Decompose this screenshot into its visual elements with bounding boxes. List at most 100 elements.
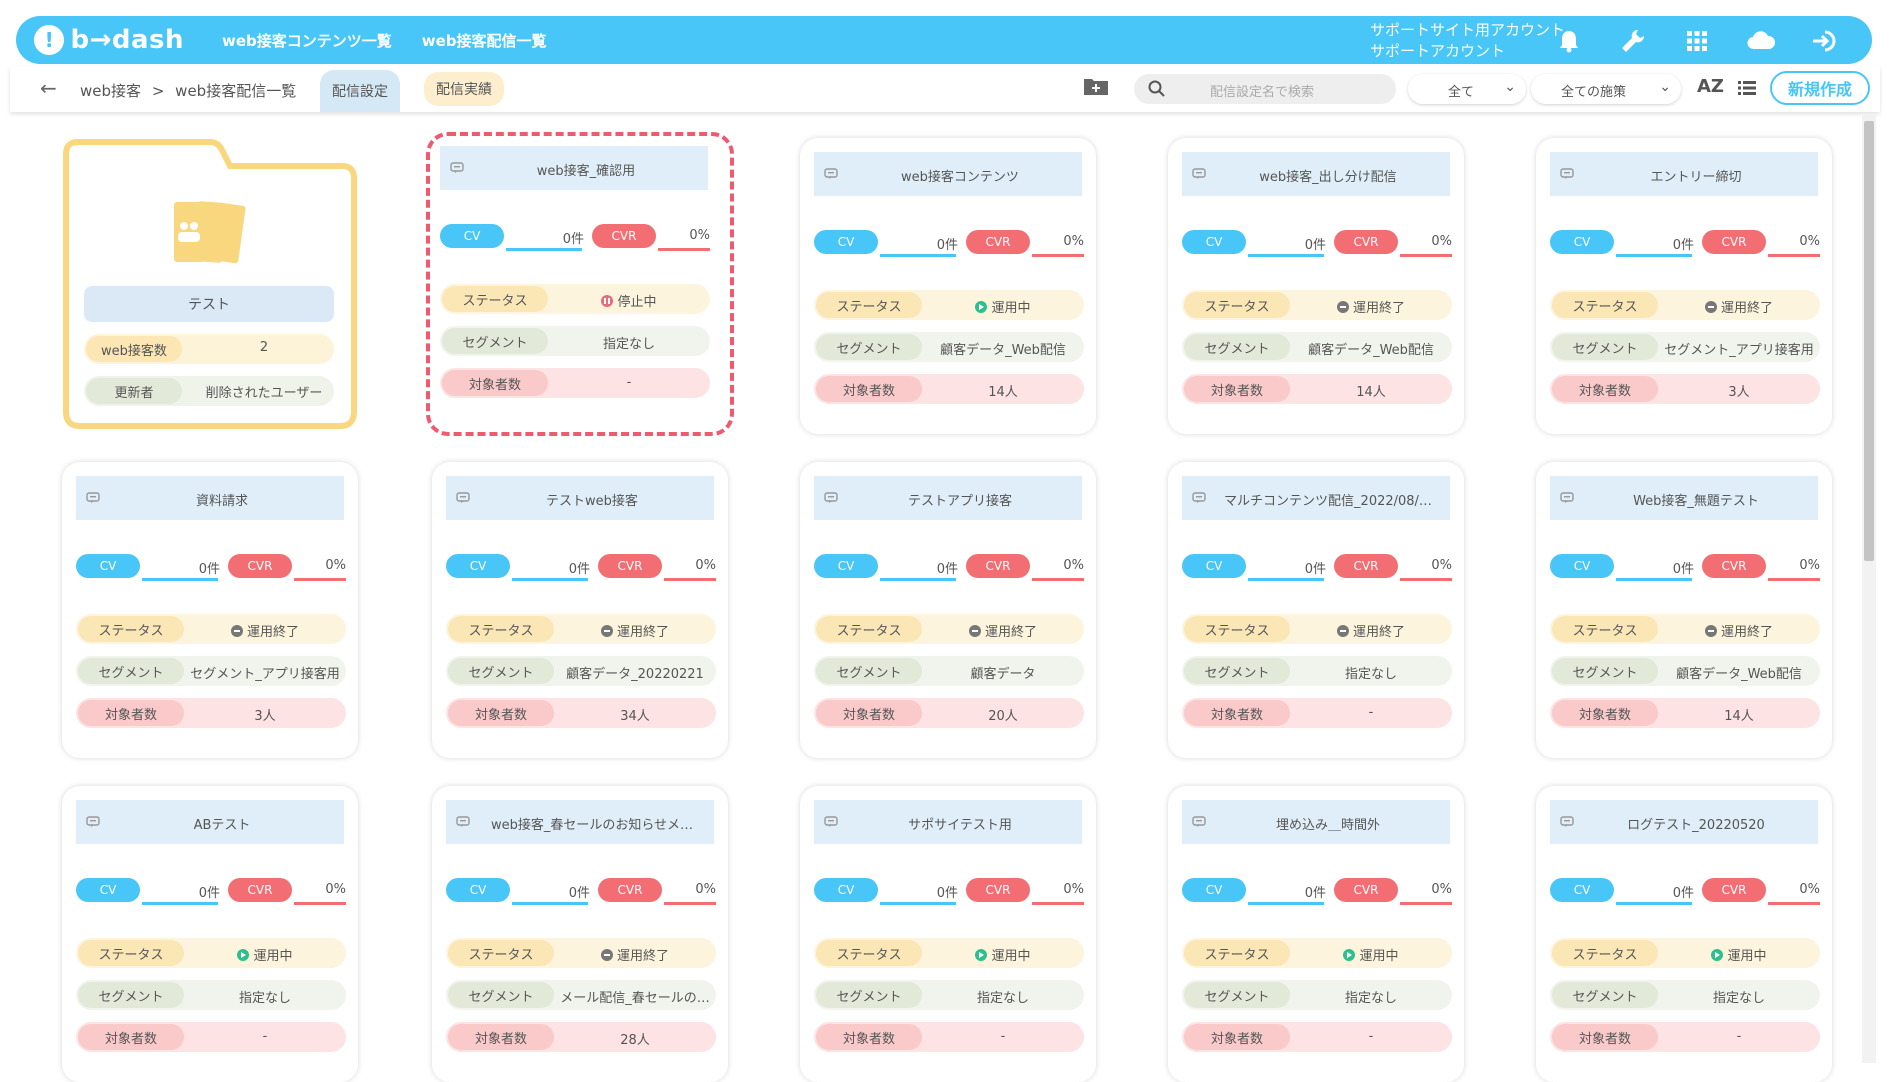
delivery-card[interactable]: web接客_出し分け配信 CV 0件 CVR 0% ステータス 運用終了 セグメ… [1168,138,1464,434]
grid-icon[interactable] [1680,24,1714,58]
status-filter-select[interactable]: 全て ⌄ [1408,74,1526,104]
cloud-icon[interactable] [1744,24,1778,58]
segment-row: セグメント 顧客データ_20220221 [446,656,716,686]
search-box[interactable]: 配信設定名で検索 [1134,74,1396,104]
card-header: 資料請求 [76,476,344,520]
target-row: 対象者数 34人 [446,698,716,728]
list-view-icon[interactable] [1738,80,1756,100]
segment-row: セグメント 指定なし [440,326,710,356]
content-type-icon [1560,816,1574,828]
status-value: 運用中 [926,297,1080,316]
target-label: 対象者数 [1184,1024,1290,1050]
bell-icon[interactable] [1552,24,1586,58]
status-ended-icon [600,625,613,637]
delivery-card[interactable]: テストweb接客 CV 0件 CVR 0% ステータス 運用終了 セグメント 顧… [432,462,728,758]
segment-value: 指定なし [238,991,291,1006]
tab-delivery-results[interactable]: 配信実績 [424,72,504,106]
status-value: 停止中 [552,291,706,310]
target-value: - [262,1029,268,1044]
delivery-card[interactable]: 埋め込み＿時間外 CV 0件 CVR 0% ステータス 運用中 セグメント 指定… [1168,786,1464,1082]
status-row: ステータス 運用終了 [1182,290,1452,320]
delivery-card[interactable]: 資料請求 CV 0件 CVR 0% ステータス 運用終了 セグメント セグメント… [62,462,358,758]
status-running-icon [1711,949,1724,961]
card-title: 資料請求 [195,494,248,509]
delivery-card[interactable]: ログテスト_20220520 CV 0件 CVR 0% ステータス 運用中 セグ… [1536,786,1832,1082]
metric-row: CV 0件 CVR 0% [1182,230,1452,257]
cv-underline [142,902,218,905]
segment-row: セグメント 顧客データ_Web配信 [814,332,1084,362]
target-value: 14人 [988,385,1018,400]
segment-label: セグメント [1184,982,1290,1008]
cv-value: 0件 [1672,562,1694,577]
target-value: 3人 [254,709,276,724]
status-row: ステータス 運用終了 [446,938,716,968]
cvr-badge: CVR [966,878,1030,902]
status-text: 運用終了 [616,949,669,964]
cvr-underline [1400,254,1452,257]
sort-az-icon[interactable]: AZ [1697,76,1724,97]
delivery-card[interactable]: マルチコンテンツ配信_2022/08/… CV 0件 CVR 0% ステータス … [1168,462,1464,758]
status-value: 運用中 [188,945,342,964]
scrollbar-thumb[interactable] [1864,121,1874,561]
nav-web-delivery[interactable]: web接客配信一覧 [422,30,547,51]
delivery-card[interactable]: エントリー締切 CV 0件 CVR 0% ステータス 運用終了 セグメント セグ… [1536,138,1832,434]
cvr-value: 0% [1063,234,1084,249]
target-row: 対象者数 3人 [1550,374,1820,404]
segment-label: セグメント [78,658,184,684]
logo[interactable]: ! b→dash [34,25,184,55]
delivery-card[interactable]: テストアプリ接客 CV 0件 CVR 0% ステータス 運用終了 セグメント 顧… [800,462,1096,758]
target-row: 対象者数 - [1182,698,1452,728]
cv-badge: CV [1182,230,1246,254]
card-title: テストweb接客 [546,494,638,509]
delivery-card[interactable]: web接客コンテンツ CV 0件 CVR 0% ステータス 運用中 セグメント … [800,138,1096,434]
card-header: サポサイテスト用 [814,800,1082,844]
logout-icon[interactable] [1808,24,1842,58]
delivery-card[interactable]: Web接客_無題テスト CV 0件 CVR 0% ステータス 運用終了 セグメン… [1536,462,1832,758]
card-header: web接客_確認用 [440,146,708,190]
cvr-value: 0% [1431,234,1452,249]
add-folder-icon[interactable] [1083,76,1111,98]
delivery-card[interactable]: web接客_春セールのお知らせメ… CV 0件 CVR 0% ステータス 運用終… [432,786,728,1082]
status-label: ステータス [1184,292,1290,318]
delivery-card[interactable]: サポサイテスト用 CV 0件 CVR 0% ステータス 運用中 セグメント 指定… [800,786,1096,1082]
status-ended-icon [1336,625,1349,637]
top-bar: ! b→dash web接客コンテンツ一覧 web接客配信一覧 サポートサイト用… [16,16,1872,64]
create-new-button[interactable]: 新規作成 [1770,71,1870,105]
scrollbar[interactable] [1862,115,1876,1063]
back-arrow-icon[interactable]: ← [40,76,57,100]
search-input[interactable]: 配信設定名で検索 [1210,81,1314,100]
metric-row: CV 0件 CVR 0% [1182,878,1452,905]
account-info[interactable]: サポートサイト用アカウント サポートアカウント [1370,20,1565,62]
campaign-filter-select[interactable]: 全ての施策 ⌄ [1531,74,1681,104]
delivery-card[interactable]: web接客_確認用 CV 0件 CVR 0% ステータス 停止中 セグメント 指… [426,132,734,436]
cv-value: 0件 [198,562,220,577]
wrench-icon[interactable] [1616,24,1650,58]
target-value: 14人 [1724,709,1754,724]
cvr-value: 0% [1799,234,1820,249]
cvr-badge: CVR [592,224,656,248]
status-label: ステータス [442,286,548,312]
metric-row: CV 0件 CVR 0% [1550,230,1820,257]
card-header: マルチコンテンツ配信_2022/08/… [1182,476,1450,520]
target-row: 対象者数 3人 [76,698,346,728]
status-label: ステータス [1184,616,1290,642]
delivery-card[interactable]: ABテスト CV 0件 CVR 0% ステータス 運用中 セグメント 指定なし … [62,786,358,1082]
cvr-value: 0% [1799,882,1820,897]
cvr-badge: CVR [228,554,292,578]
target-label: 対象者数 [78,700,184,726]
content-type-icon [1192,168,1206,180]
cv-value: 0件 [1304,562,1326,577]
status-label: ステータス [448,940,554,966]
metric-row: CV 0件 CVR 0% [76,878,346,905]
cv-underline [512,578,588,581]
breadcrumb-root[interactable]: web接客 [80,82,141,100]
status-text: 運用終了 [1720,625,1773,640]
folder-card[interactable]: テスト web接客数 2 更新者 削除されたユーザー [62,138,358,430]
segment-value: セグメント_アプリ接客用 [190,667,340,682]
nav-web-contents[interactable]: web接客コンテンツ一覧 [222,30,392,51]
cv-badge: CV [1182,878,1246,902]
status-row: ステータス 停止中 [440,284,710,314]
target-label: 対象者数 [78,1024,184,1050]
status-row: ステータス 運用中 [1182,938,1452,968]
tab-delivery-settings[interactable]: 配信設定 [320,70,400,112]
